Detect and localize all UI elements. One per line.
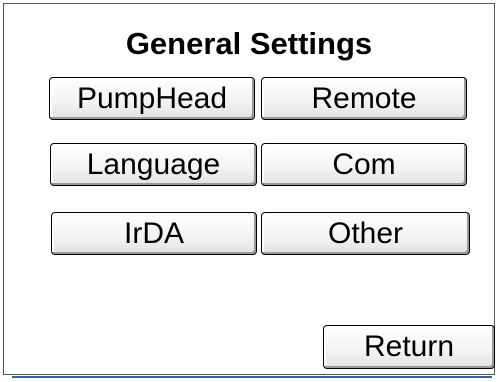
return-button[interactable]: Return [323,325,495,369]
language-button[interactable]: Language [50,143,257,186]
settings-screen: General Settings [3,3,495,375]
page-title: General Settings [125,26,373,61]
com-button[interactable]: Com [261,143,467,186]
irda-button[interactable]: IrDA [51,212,257,255]
pumphead-button[interactable]: PumpHead [49,77,255,120]
remote-button[interactable]: Remote [261,77,467,120]
bottom-divider [12,376,492,378]
other-button[interactable]: Other [261,212,470,255]
